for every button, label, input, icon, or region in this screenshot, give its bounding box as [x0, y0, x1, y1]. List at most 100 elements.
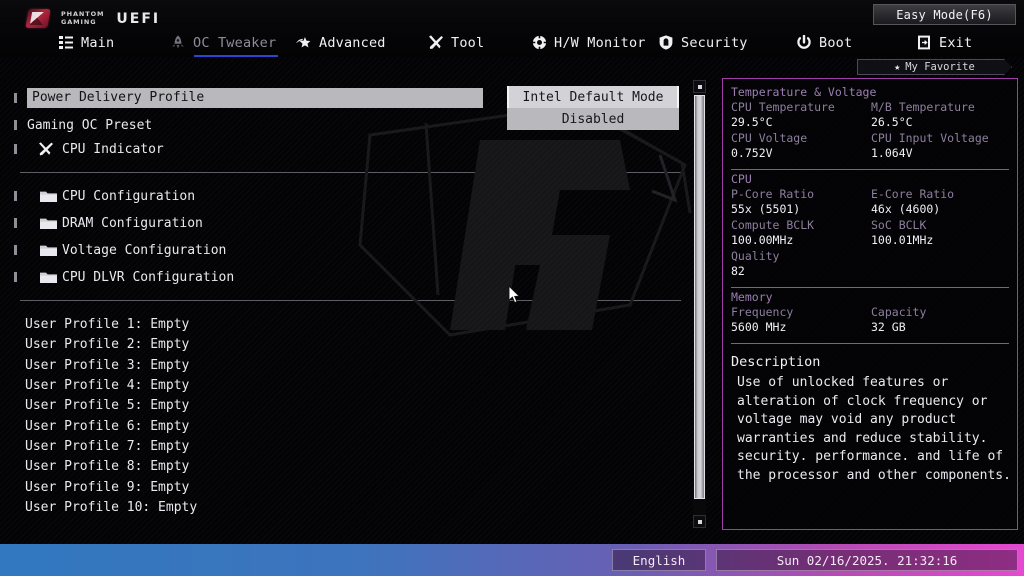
datetime-button[interactable]: Sun 02/16/2025. 21:32:16 [716, 549, 1018, 571]
star-burst-icon [296, 35, 312, 51]
row-bullet [14, 120, 17, 130]
scrollbar-thumb[interactable] [694, 95, 705, 499]
grid-list-icon [58, 35, 74, 51]
user-profile-label: User Profile 8: Empty [25, 458, 190, 474]
info-key: CPU Voltage [731, 131, 808, 145]
panel-divider [731, 343, 1009, 344]
info-value: 29.5°C [731, 115, 773, 129]
description-body: Use of unlocked features or alteration o… [737, 375, 1011, 483]
info-value: 100.01MHz [871, 233, 934, 247]
chevron-up-icon [697, 84, 702, 89]
dropdown-option-disabled[interactable]: Disabled [507, 108, 679, 130]
folder-icon [40, 244, 57, 256]
list-item[interactable]: User Profile 10: Empty [25, 497, 197, 517]
brand-line-2: GAMING [61, 17, 97, 26]
menu-item-label: Power Delivery Profile [32, 90, 205, 105]
dropdown-option-intel-default-mode[interactable]: Intel Default Mode [507, 86, 679, 108]
info-cell: SoC BCLK 100.01MHz [871, 218, 1011, 248]
tab-main[interactable]: Main [58, 28, 114, 57]
easy-mode-label: Easy Mode(F6) [896, 7, 993, 22]
easy-mode-button[interactable]: Easy Mode(F6) [873, 4, 1016, 25]
wrench-icon [38, 142, 54, 156]
list-item[interactable]: User Profile 5: Empty [25, 395, 189, 415]
list-item[interactable]: User Profile 4: Empty [25, 375, 189, 395]
section-title-temperature-voltage: Temperature & Voltage [731, 85, 877, 99]
list-item[interactable]: User Profile 6: Empty [25, 416, 189, 436]
section-title-memory: Memory [731, 290, 773, 304]
status-bar: English Sun 02/16/2025. 21:32:16 [0, 544, 1024, 576]
list-item[interactable]: User Profile 1: Empty [25, 314, 189, 334]
settings-list: Power Delivery Profile Gaming OC Preset … [0, 78, 692, 530]
folder-icon [40, 217, 57, 229]
menu-item-label: Voltage Configuration [62, 242, 227, 258]
tab-security[interactable]: Security [658, 28, 748, 57]
tab-hw-monitor[interactable]: H/W Monitor [531, 28, 646, 57]
folder-icon [40, 190, 57, 202]
dropdown-option-label: Disabled [561, 111, 625, 127]
info-value: 1.064V [871, 146, 913, 160]
user-profile-label: User Profile 1: Empty [25, 316, 190, 332]
tab-exit-label: Exit [939, 34, 973, 51]
exit-door-icon [916, 35, 932, 51]
uefi-wordmark: UEFI [116, 10, 161, 27]
info-cell: CPU Voltage 0.752V [731, 131, 871, 161]
info-key: CPU Temperature [731, 100, 835, 114]
tab-exit[interactable]: Exit [916, 28, 972, 57]
description-title: Description [731, 354, 821, 370]
menu-item-label: CPU DLVR Configuration [62, 269, 235, 285]
list-item[interactable]: User Profile 7: Empty [25, 436, 189, 456]
active-tab-underline [194, 54, 279, 57]
info-key: M/B Temperature [871, 100, 975, 114]
info-cell: CPU Temperature 29.5°C [731, 100, 871, 130]
info-key: Quality [731, 249, 780, 263]
list-scrollbar[interactable] [693, 80, 706, 528]
menu-item-label: CPU Indicator [62, 141, 164, 157]
list-item[interactable]: User Profile 9: Empty [25, 477, 189, 497]
my-favorite-button[interactable]: ★ My Favorite [857, 59, 1012, 75]
scroll-down-button[interactable] [693, 515, 706, 528]
my-favorite-label: My Favorite [905, 61, 975, 73]
list-item[interactable]: User Profile 2: Empty [25, 334, 189, 354]
star-icon: ★ [894, 61, 901, 73]
info-key: P-Core Ratio [731, 187, 815, 201]
info-key: Compute BCLK [731, 218, 815, 232]
tab-tool[interactable]: Tool [428, 28, 484, 57]
info-key: Frequency [731, 305, 794, 319]
tab-advanced[interactable]: Advanced [296, 28, 386, 57]
info-cell: Frequency 5600 MHz [731, 305, 871, 335]
info-row: Frequency 5600 MHz Capacity 32 GB [731, 305, 1011, 335]
tab-boot[interactable]: Boot [796, 28, 852, 57]
folder-icon [40, 271, 57, 283]
info-value: 26.5°C [871, 115, 913, 129]
tab-hw-monitor-label: H/W Monitor [554, 34, 646, 51]
info-cell: E-Core Ratio 46x (4600) [871, 187, 1011, 217]
list-item[interactable]: User Profile 8: Empty [25, 456, 189, 476]
tab-tool-label: Tool [451, 34, 485, 51]
info-key: E-Core Ratio [871, 187, 955, 201]
panel-divider [731, 287, 1009, 288]
user-profile-label: User Profile 5: Empty [25, 397, 190, 413]
language-label: English [632, 552, 686, 568]
scroll-up-button[interactable] [693, 80, 706, 93]
info-row: CPU Temperature 29.5°C M/B Temperature 2… [731, 100, 1011, 130]
info-value: 32 GB [871, 320, 906, 334]
power-delivery-profile-dropdown[interactable]: Intel Default Mode Disabled [507, 86, 679, 130]
info-row: CPU Voltage 0.752V CPU Input Voltage 1.0… [731, 131, 1011, 161]
info-cell: Capacity 32 GB [871, 305, 1011, 335]
wrench-icon [428, 35, 444, 51]
menu-item-label: CPU Configuration [62, 188, 196, 204]
section-title-cpu: CPU [731, 172, 752, 186]
info-value: 5600 MHz [731, 320, 787, 334]
list-item[interactable]: User Profile 3: Empty [25, 355, 189, 375]
language-button[interactable]: English [612, 549, 706, 571]
info-value: 82 [731, 264, 745, 278]
user-profile-label: User Profile 2: Empty [25, 336, 190, 352]
row-bullet [14, 93, 17, 103]
tab-advanced-label: Advanced [319, 34, 386, 51]
bios-screen: PHANTOM GAMING UEFI Main OC Tweaker Adva… [0, 0, 1024, 576]
info-cell: Compute BCLK 100.00MHz [731, 218, 871, 248]
info-cell: CPU Input Voltage 1.064V [871, 131, 1011, 161]
main-tab-bar: Main OC Tweaker Advanced Tool H/W Monito… [0, 28, 1024, 57]
tab-oc-tweaker[interactable]: OC Tweaker [170, 28, 279, 57]
info-cell: Quality 82 [731, 249, 875, 279]
